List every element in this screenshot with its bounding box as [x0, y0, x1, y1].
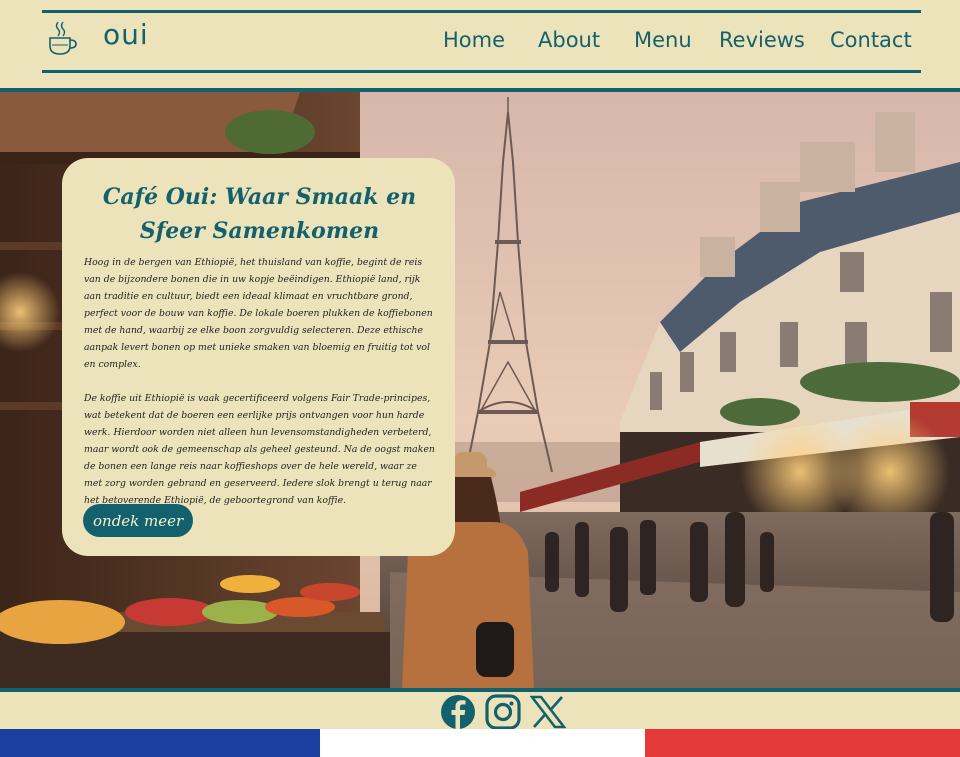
facebook-icon[interactable] [440, 694, 476, 730]
nav-reviews[interactable]: Reviews [719, 28, 805, 52]
header-top-rule [42, 10, 921, 13]
nav-menu[interactable]: Menu [634, 28, 692, 52]
x-icon[interactable] [530, 694, 566, 730]
hero-section: Café Oui: Waar Smaak en Sfeer Samenkomen… [0, 92, 960, 689]
flag-red [645, 729, 960, 757]
header-bottom-rule [42, 70, 921, 73]
main-nav: Home About Menu Reviews Contact [0, 28, 960, 58]
hero-bottom-border [0, 688, 960, 692]
flag-blue [0, 729, 320, 757]
hero-paragraph-1: Hoog in de bergen van Ethiopië, het thui… [84, 257, 433, 370]
site-header: oui Home About Menu Reviews Contact [0, 0, 960, 90]
discover-more-button[interactable]: ondek meer [83, 504, 194, 537]
french-flag-stripe [0, 729, 960, 757]
hero-title: Café Oui: Waar Smaak en Sfeer Samenkomen [102, 184, 417, 244]
hero-paragraph-2: De koffie uit Ethiopië is vaak gecertifi… [84, 393, 435, 506]
flag-white [320, 729, 645, 757]
nav-home[interactable]: Home [443, 28, 505, 52]
social-links [0, 694, 960, 730]
instagram-icon[interactable] [485, 694, 521, 730]
nav-contact[interactable]: Contact [830, 28, 912, 52]
hero-text: Hoog in de bergen van Ethiopië, het thui… [84, 254, 435, 509]
nav-about[interactable]: About [538, 28, 600, 52]
intro-card: Café Oui: Waar Smaak en Sfeer Samenkomen… [62, 158, 455, 556]
